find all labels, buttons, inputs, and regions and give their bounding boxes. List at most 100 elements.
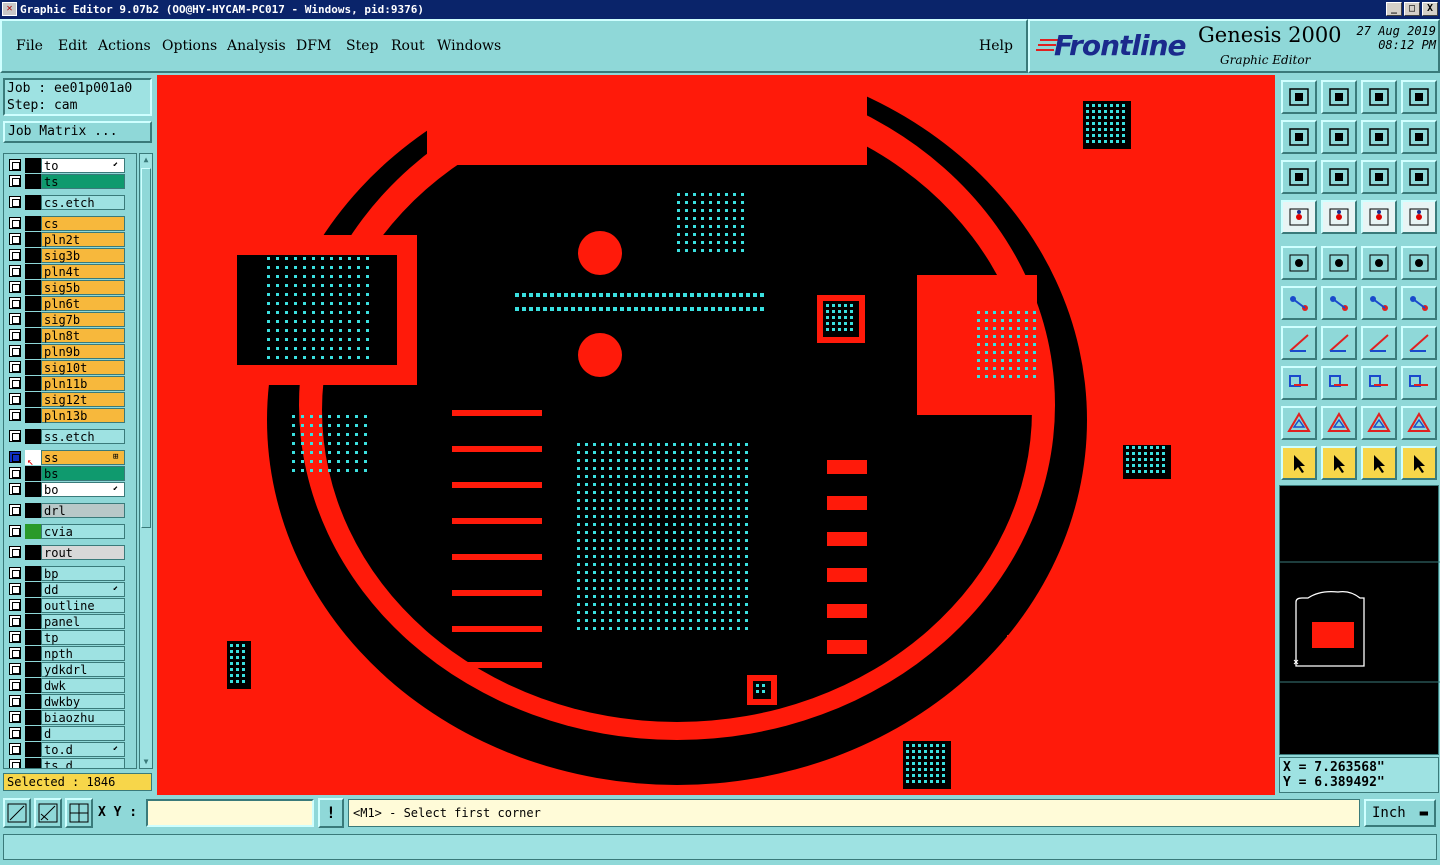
triangle-tool-button[interactable]	[1281, 406, 1317, 440]
layer-color-swatch[interactable]	[25, 503, 41, 518]
layer-name[interactable]: npth	[41, 646, 125, 661]
layer-color-swatch[interactable]	[25, 429, 41, 444]
layer-color-swatch[interactable]	[25, 662, 41, 677]
layer-row-rout[interactable]: rout	[6, 545, 136, 560]
triangle-2-tool-button[interactable]	[1321, 406, 1357, 440]
layer-row-d[interactable]: d	[6, 726, 136, 741]
layer-color-swatch[interactable]	[25, 232, 41, 247]
pointer-box-tool-button[interactable]	[1321, 446, 1357, 480]
layer-checkbox[interactable]	[9, 483, 21, 495]
layer-color-swatch[interactable]	[25, 566, 41, 581]
close-button[interactable]: X	[1422, 2, 1438, 16]
layer-color-swatch[interactable]	[25, 248, 41, 263]
one-to-one-tool-button[interactable]	[1361, 160, 1397, 194]
layer-list-scrollbar[interactable]: ▲ ▼	[139, 153, 153, 769]
graphic-canvas[interactable]	[157, 75, 1275, 795]
layer-color-swatch[interactable]	[25, 360, 41, 375]
home-tool-button[interactable]	[1361, 80, 1397, 114]
layer-name[interactable]: tp	[41, 630, 125, 645]
edit-poly-tool-button[interactable]	[1321, 246, 1357, 280]
layer-name[interactable]: ts.d	[41, 758, 125, 768]
layer-checkbox[interactable]	[9, 615, 21, 627]
overview-panel[interactable]	[1279, 485, 1440, 755]
layer-checkbox[interactable]	[9, 647, 21, 659]
layer-row-dwkby[interactable]: dwkby	[6, 694, 136, 709]
layer-row-ss[interactable]: ↖ ss ⊞	[6, 450, 136, 468]
layer-row-pln2t[interactable]: pln2t	[6, 232, 136, 247]
layer-color-swatch[interactable]	[25, 598, 41, 613]
layer-color-swatch[interactable]	[25, 376, 41, 391]
layer-name[interactable]: sig3b	[41, 248, 125, 263]
layer-name[interactable]: pln9b	[41, 344, 125, 359]
layer-checkbox[interactable]	[9, 695, 21, 707]
layer-name[interactable]: outline	[41, 598, 125, 613]
layer-name[interactable]: pln6t	[41, 296, 125, 311]
layer-checkbox[interactable]	[9, 583, 21, 595]
layer-row-ts[interactable]: ts	[6, 174, 136, 189]
layer-row-cvia[interactable]: cvia	[6, 524, 136, 539]
minimize-button[interactable]: _	[1386, 2, 1402, 16]
layer-row-pln13b[interactable]: pln13b	[6, 408, 136, 423]
layer-checkbox[interactable]	[9, 430, 21, 442]
arc-tool-button[interactable]	[1361, 326, 1397, 360]
pointer-tool-button[interactable]	[1281, 446, 1317, 480]
layer-color-swatch[interactable]	[25, 392, 41, 407]
layer-row-bp[interactable]: bp	[6, 566, 136, 581]
zoom-window-button[interactable]	[3, 798, 31, 828]
layer-checkbox[interactable]	[9, 196, 21, 208]
layer-name[interactable]: dwk	[41, 678, 125, 693]
layer-row-to[interactable]: to ⬋	[6, 158, 136, 173]
layer-checkbox[interactable]	[9, 504, 21, 516]
cross-tool-button[interactable]	[1321, 286, 1357, 320]
layer-color-swatch[interactable]	[25, 646, 41, 661]
net-connect-tool-button[interactable]	[1281, 286, 1317, 320]
layer-color-swatch[interactable]	[25, 524, 41, 539]
layer-name[interactable]: pln4t	[41, 264, 125, 279]
layer-checkbox[interactable]	[9, 727, 21, 739]
layer-color-swatch[interactable]	[25, 328, 41, 343]
layer-row-sig12t[interactable]: sig12t	[6, 392, 136, 407]
layer-color-swatch[interactable]	[25, 758, 41, 768]
layer-row-pln6t[interactable]: pln6t	[6, 296, 136, 311]
layer-checkbox[interactable]	[9, 345, 21, 357]
layer-checkbox[interactable]	[9, 393, 21, 405]
layer-checkbox[interactable]	[9, 175, 21, 187]
vector-2-tool-button[interactable]	[1401, 286, 1437, 320]
mark-tool-button[interactable]	[1281, 366, 1317, 400]
layer-row-ts-d[interactable]: ts.d	[6, 758, 136, 768]
layer-checkbox[interactable]	[9, 567, 21, 579]
layer-checkbox[interactable]	[9, 467, 21, 479]
layer-checkbox[interactable]	[9, 265, 21, 277]
layer-checkbox[interactable]	[9, 759, 21, 768]
layer-name[interactable]: sig7b	[41, 312, 125, 327]
home-up-tool-button[interactable]	[1281, 80, 1317, 114]
menu-options[interactable]: Options	[162, 38, 217, 54]
layer-color-swatch[interactable]	[25, 614, 41, 629]
layer-row-sig10t[interactable]: sig10t	[6, 360, 136, 375]
layer-checkbox[interactable]	[9, 409, 21, 421]
pointer-net-tool-button[interactable]	[1401, 446, 1437, 480]
menu-windows[interactable]: Windows	[437, 38, 501, 54]
traffic-light-2-tool-button[interactable]	[1401, 200, 1437, 234]
layer-color-swatch[interactable]	[25, 264, 41, 279]
layer-color-swatch[interactable]	[25, 466, 41, 481]
triangle-3-tool-button[interactable]	[1361, 406, 1397, 440]
layer-color-swatch[interactable]	[25, 280, 41, 295]
layer-color-swatch[interactable]	[25, 296, 41, 311]
layer-name[interactable]: d	[41, 726, 125, 741]
layer-checkbox[interactable]	[9, 329, 21, 341]
layer-name[interactable]: panel	[41, 614, 125, 629]
layer-row-bs[interactable]: bs	[6, 466, 136, 481]
alert-button[interactable]: !	[318, 798, 344, 828]
layer-name[interactable]: ss.etch	[41, 429, 125, 444]
layer-name[interactable]: drl	[41, 503, 125, 518]
layer-row-cs[interactable]: cs	[6, 216, 136, 231]
layer-row-bo[interactable]: bo ⬋	[6, 482, 136, 497]
move-right-tool-button[interactable]	[1321, 120, 1357, 154]
layer-checkbox[interactable]	[9, 249, 21, 261]
layer-checkbox[interactable]	[9, 217, 21, 229]
layer-color-swatch[interactable]	[25, 174, 41, 189]
scroll-up-icon[interactable]: ▲	[141, 154, 151, 166]
triangle-4-tool-button[interactable]	[1401, 406, 1437, 440]
layer-name[interactable]: cvia	[41, 524, 125, 539]
